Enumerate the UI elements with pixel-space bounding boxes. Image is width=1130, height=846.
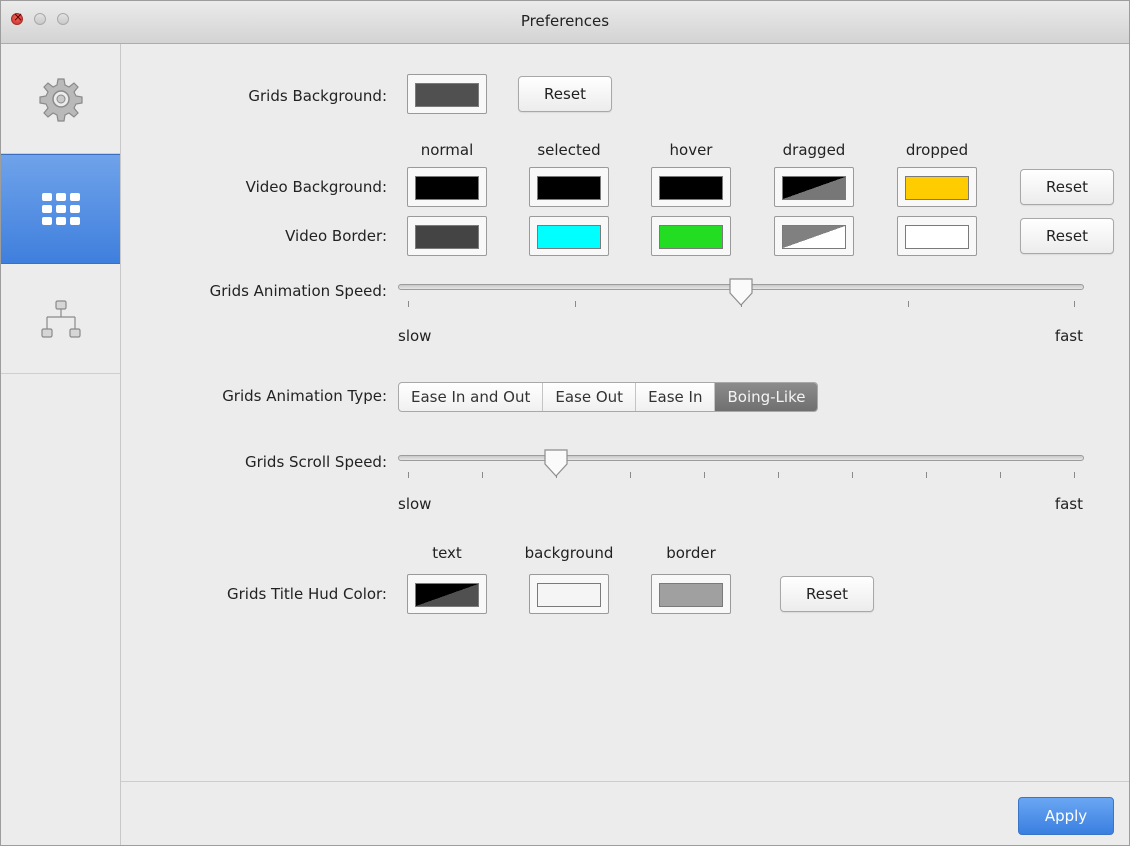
video-background-hover-swatch xyxy=(659,176,723,200)
title-hud-reset-button[interactable]: Reset xyxy=(780,576,874,612)
animation-speed-max-label: fast xyxy=(1054,327,1083,345)
video-border-dropped-well[interactable] xyxy=(897,216,977,256)
slider-tick xyxy=(408,301,409,307)
slider-tick xyxy=(482,472,483,478)
column-header-text: text xyxy=(432,544,462,562)
column-header-dropped: dropped xyxy=(905,141,969,159)
title-hud-text-swatch xyxy=(415,583,479,607)
video-background-label: Video Background: xyxy=(245,178,387,196)
slider-tick xyxy=(574,301,576,307)
hierarchy-icon xyxy=(40,299,81,338)
animation-type-boing-like[interactable]: Boing-Like xyxy=(715,383,818,411)
apply-button[interactable]: Apply xyxy=(1018,797,1114,835)
sidebar-item-hierarchy[interactable] xyxy=(1,264,120,374)
animation-speed-label: Grids Animation Speed: xyxy=(209,282,387,300)
sidebar-item-grids[interactable] xyxy=(1,154,120,264)
video-background-reset-button[interactable]: Reset xyxy=(1020,169,1114,205)
grids-background-swatch xyxy=(415,83,479,107)
grids-background-color-well[interactable] xyxy=(407,74,487,114)
title-bar: Preferences xyxy=(1,1,1129,44)
video-border-dropped-swatch xyxy=(905,225,969,249)
column-header-hover: hover xyxy=(669,141,713,159)
scroll-speed-slider[interactable] xyxy=(398,448,1084,488)
gear-icon xyxy=(38,77,83,122)
scroll-speed-max-label: fast xyxy=(1054,495,1083,513)
slider-tick xyxy=(704,472,705,478)
slider-tick xyxy=(1074,472,1075,478)
video-background-normal-swatch xyxy=(415,176,479,200)
video-border-dragged-swatch xyxy=(782,225,846,249)
video-border-label: Video Border: xyxy=(285,227,387,245)
video-border-selected-swatch xyxy=(537,225,601,249)
slider-thumb[interactable] xyxy=(728,277,754,307)
animation-speed-min-label: slow xyxy=(398,327,432,345)
video-border-hover-well[interactable] xyxy=(651,216,731,256)
video-background-dragged-swatch xyxy=(782,176,846,200)
sidebar xyxy=(1,44,121,845)
title-hud-border-well[interactable] xyxy=(651,574,731,614)
slider-tick xyxy=(408,472,409,478)
column-header-selected: selected xyxy=(537,141,601,159)
animation-type-ease-in-out[interactable]: Ease In and Out xyxy=(399,383,544,411)
video-background-normal-well[interactable] xyxy=(407,167,487,207)
video-border-normal-swatch xyxy=(415,225,479,249)
video-border-reset-button[interactable]: Reset xyxy=(1020,218,1114,254)
grids-background-reset-button[interactable]: Reset xyxy=(518,76,612,112)
slider-tick xyxy=(1000,472,1001,478)
footer-divider xyxy=(121,781,1129,782)
column-header-border: border xyxy=(666,544,716,562)
slider-tick xyxy=(1074,301,1075,307)
grid-icon xyxy=(41,193,80,225)
video-background-dragged-well[interactable] xyxy=(774,167,854,207)
slider-tick xyxy=(630,472,631,478)
animation-type-ease-in[interactable]: Ease In xyxy=(636,383,716,411)
sidebar-item-general[interactable] xyxy=(1,44,120,154)
video-border-hover-swatch xyxy=(659,225,723,249)
video-background-selected-well[interactable] xyxy=(529,167,609,207)
scroll-speed-min-label: slow xyxy=(398,495,432,513)
window-title: Preferences xyxy=(520,12,610,30)
video-border-normal-well[interactable] xyxy=(407,216,487,256)
title-hud-background-well[interactable] xyxy=(529,574,609,614)
title-hud-color-label: Grids Title Hud Color: xyxy=(226,585,387,603)
column-header-background: background xyxy=(524,544,614,562)
slider-track xyxy=(398,455,1084,461)
slider-tick xyxy=(778,472,779,478)
video-background-dropped-swatch xyxy=(905,176,969,200)
slider-tick xyxy=(852,472,853,478)
preferences-window: Preferences xyxy=(0,0,1130,846)
slider-tick xyxy=(926,472,927,478)
video-border-dragged-well[interactable] xyxy=(774,216,854,256)
column-header-normal: normal xyxy=(420,141,474,159)
title-hud-text-well[interactable] xyxy=(407,574,487,614)
video-background-selected-swatch xyxy=(537,176,601,200)
grids-background-label: Grids Background: xyxy=(248,87,387,105)
slider-thumb[interactable] xyxy=(543,448,569,478)
column-header-dragged: dragged xyxy=(782,141,846,159)
slider-tick xyxy=(907,301,909,307)
animation-type-label: Grids Animation Type: xyxy=(222,387,387,405)
scroll-speed-label: Grids Scroll Speed: xyxy=(244,453,387,471)
video-background-dropped-well[interactable] xyxy=(897,167,977,207)
video-border-selected-well[interactable] xyxy=(529,216,609,256)
title-hud-background-swatch xyxy=(537,583,601,607)
animation-type-ease-out[interactable]: Ease Out xyxy=(543,383,637,411)
animation-type-segmented-control: Ease In and Out Ease Out Ease In Boing-L… xyxy=(398,382,819,412)
animation-speed-slider[interactable] xyxy=(398,277,1084,317)
video-background-hover-well[interactable] xyxy=(651,167,731,207)
title-hud-border-swatch xyxy=(659,583,723,607)
